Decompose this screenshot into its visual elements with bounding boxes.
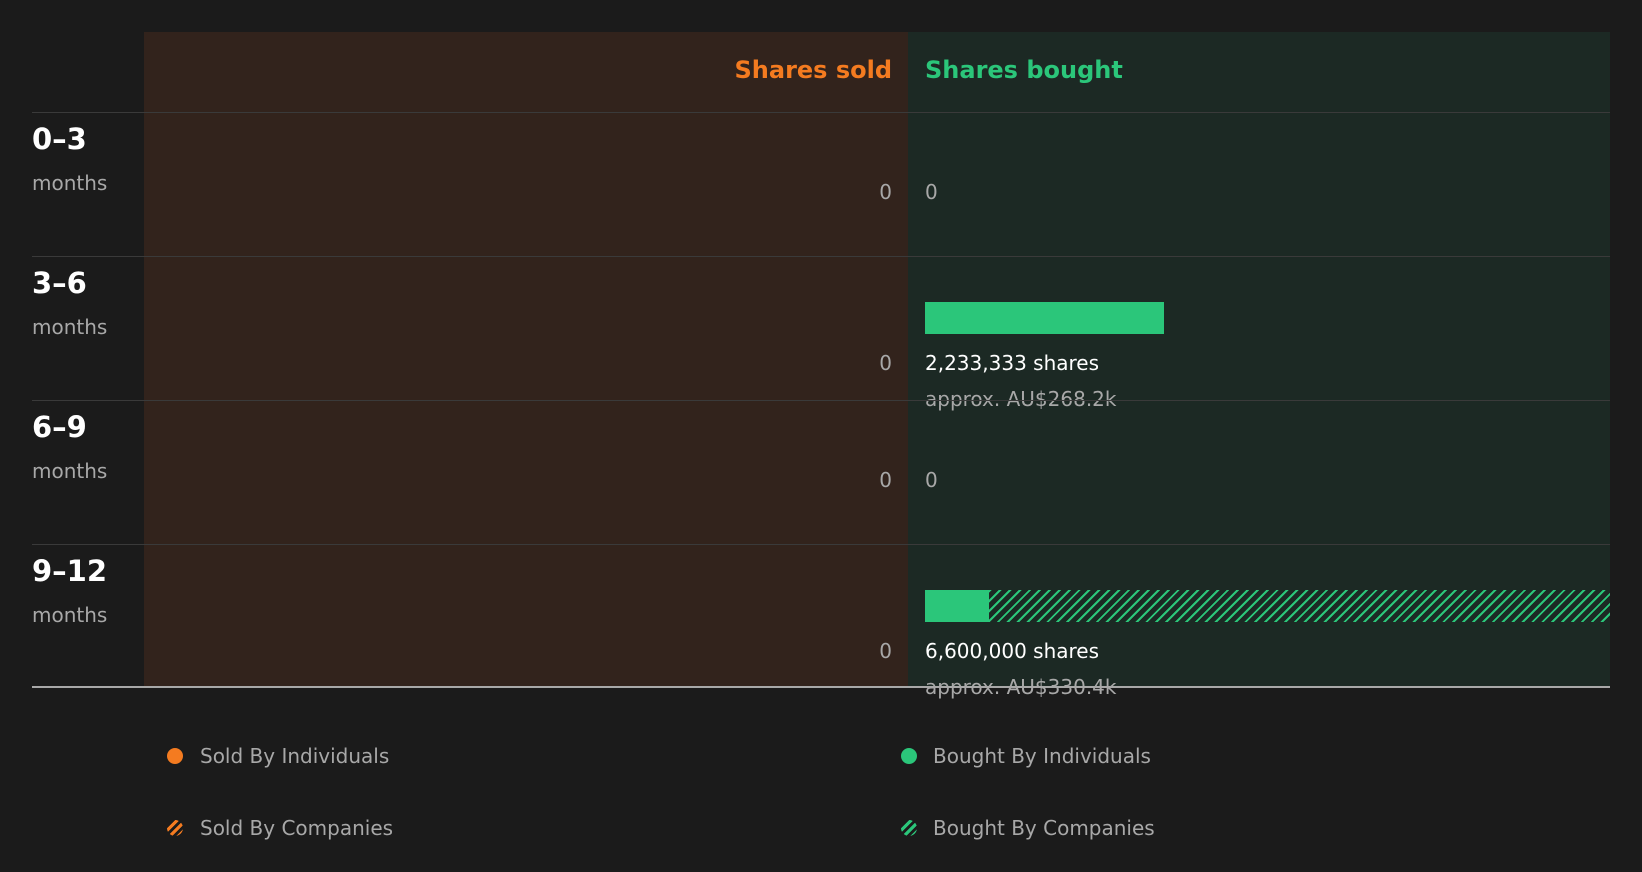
shares-bought-header: Shares bought [925,56,1123,84]
sold-value-label: 0 [879,351,892,375]
bought-shares-label: 6,600,000 shares [925,639,1100,663]
shares-sold-header: Shares sold [734,56,893,84]
row-divider [32,544,1610,545]
bar-bought-by-individuals [925,302,1164,334]
row-divider [32,112,1610,113]
sold-value-label: 0 [879,639,892,663]
insider-trading-chart: Shares sold Shares bought 0–3 months 0 0 3–6… [0,0,1642,872]
bought-by-individuals-swatch [901,748,917,764]
legend-bought-by-companies: Bought By Companies [933,816,1155,840]
sold-value-label: 0 [879,180,892,204]
row-period-unit: months [32,315,108,339]
legend-sold-by-individuals: Sold By Individuals [200,744,390,768]
row-period-label: 6–9 [32,410,87,444]
legend-bought-by-individuals: Bought By Individuals [933,744,1151,768]
bar-bought-by-companies [989,590,1610,622]
row-divider [32,400,1610,401]
bought-value-label: 0 [925,180,938,204]
row-period-unit: months [32,171,108,195]
bought-value-label: 0 [925,468,938,492]
chart-baseline [32,686,1610,688]
bar-bought-by-individuals [925,590,989,622]
row-divider [32,256,1610,257]
bought-value-approx: approx. AU$268.2k [925,387,1117,411]
sold-by-individuals-swatch [167,748,183,764]
row-period-label: 0–3 [32,122,87,156]
row-period-unit: months [32,459,108,483]
legend-sold-by-companies: Sold By Companies [200,816,394,840]
row-period-unit: months [32,603,108,627]
row-period-label: 9–12 [32,554,108,588]
bought-shares-label: 2,233,333 shares [925,351,1100,375]
shares-sold-panel [144,32,908,687]
sold-value-label: 0 [879,468,892,492]
row-period-label: 3–6 [32,266,87,300]
sold-by-companies-swatch [167,820,183,836]
bought-by-companies-swatch [901,820,917,836]
